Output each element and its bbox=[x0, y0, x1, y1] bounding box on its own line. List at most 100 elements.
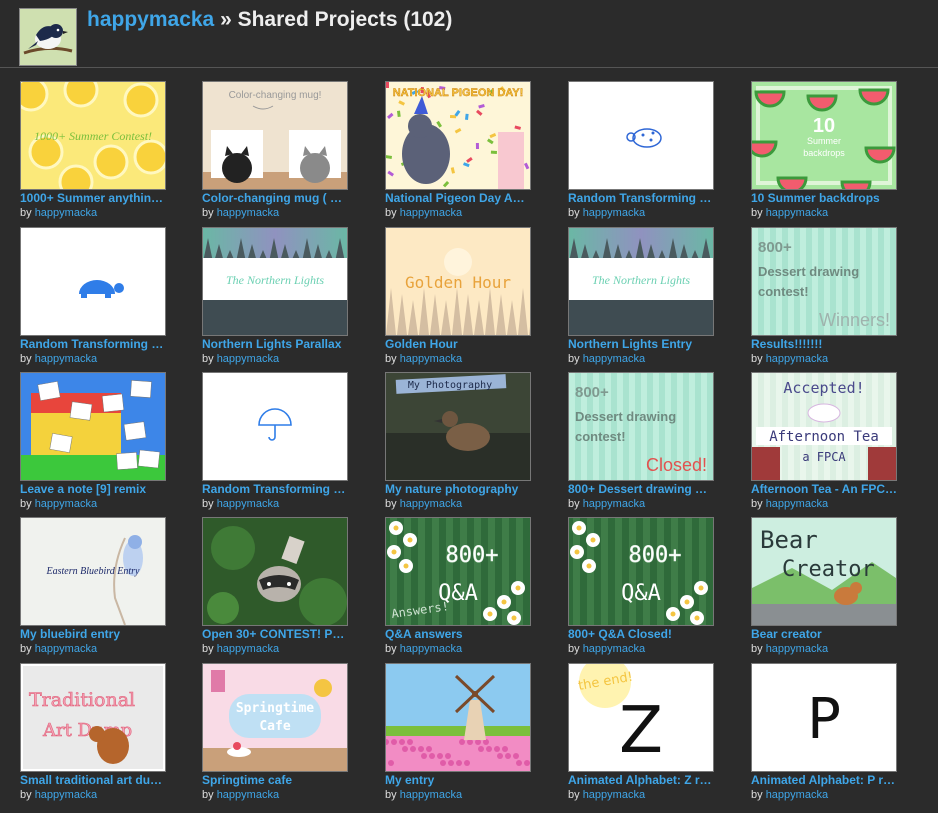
project-card[interactable]: My Photography My nature photography by h… bbox=[385, 372, 531, 522]
project-title-link[interactable]: My nature photography bbox=[385, 482, 531, 496]
author-link[interactable]: happymacka bbox=[766, 498, 828, 510]
author-link[interactable]: happymacka bbox=[583, 498, 645, 510]
author-link[interactable]: happymacka bbox=[217, 353, 279, 365]
project-card[interactable]: Random Transforming (… by happymacka bbox=[202, 372, 348, 522]
project-title-link[interactable]: Golden Hour bbox=[385, 337, 531, 351]
project-card[interactable]: the end! Z Animated Alphabet: Z r… by happ… bbox=[568, 663, 714, 813]
author-link[interactable]: happymacka bbox=[766, 207, 828, 219]
project-thumbnail[interactable]: 800+ Q&A Answers! bbox=[385, 517, 531, 626]
project-title-link[interactable]: Q&A answers bbox=[385, 627, 531, 641]
project-title-link[interactable]: My entry bbox=[385, 773, 531, 787]
author-link[interactable]: happymacka bbox=[400, 353, 462, 365]
project-thumbnail[interactable]: NATIONAL PIGEON DAY! bbox=[385, 81, 531, 190]
author-link[interactable]: happymacka bbox=[583, 643, 645, 655]
project-card[interactable]: 800+ Dessert drawing contest! Winners! Re… bbox=[751, 227, 897, 377]
project-title-link[interactable]: Northern Lights Parallax bbox=[202, 337, 348, 351]
project-card[interactable]: 1000+ Summer Contest! 1000+ Summer anythi… bbox=[20, 81, 166, 231]
project-title-link[interactable]: My bluebird entry bbox=[20, 627, 166, 641]
author-link[interactable]: happymacka bbox=[583, 353, 645, 365]
project-thumbnail[interactable]: P bbox=[751, 663, 897, 772]
project-card[interactable]: NATIONAL PIGEON DAY! National Pigeon Day… bbox=[385, 81, 531, 231]
author-link[interactable]: happymacka bbox=[400, 643, 462, 655]
project-thumbnail[interactable]: 800+ Dessert drawing contest! Closed! bbox=[568, 372, 714, 481]
project-title-link[interactable]: Open 30+ CONTEST! PG… bbox=[202, 627, 348, 641]
project-title-link[interactable]: Random Transforming (… bbox=[202, 482, 348, 496]
author-link[interactable]: happymacka bbox=[766, 789, 828, 801]
author-link[interactable]: happymacka bbox=[766, 643, 828, 655]
project-thumbnail[interactable]: Springtime Cafe bbox=[202, 663, 348, 772]
project-card[interactable]: Color-changing mug! Color-changing mug (… bbox=[202, 81, 348, 231]
project-thumbnail[interactable]: My Photography bbox=[385, 372, 531, 481]
project-title-link[interactable]: Small traditional art du… bbox=[20, 773, 166, 787]
project-thumbnail[interactable]: The Northern Lights bbox=[568, 227, 714, 336]
project-title-link[interactable]: Animated Alphabet: P r… bbox=[751, 773, 897, 787]
avatar[interactable] bbox=[19, 8, 77, 66]
author-link[interactable]: happymacka bbox=[35, 789, 97, 801]
project-thumbnail[interactable]: the end! Z bbox=[568, 663, 714, 772]
project-title-link[interactable]: Afternoon Tea - An FPC… bbox=[751, 482, 897, 496]
author-link[interactable]: happymacka bbox=[217, 498, 279, 510]
project-thumbnail[interactable] bbox=[202, 372, 348, 481]
project-card[interactable]: Traditional Art Dump Small traditional a… bbox=[20, 663, 166, 813]
project-card[interactable]: Accepted! Afternoon Tea a FPCA Afternoon… bbox=[751, 372, 897, 522]
project-card[interactable]: P Animated Alphabet: P r… by happymacka bbox=[751, 663, 897, 813]
project-thumbnail[interactable]: Color-changing mug! bbox=[202, 81, 348, 190]
project-thumbnail[interactable] bbox=[568, 81, 714, 190]
project-title-link[interactable]: Random Transforming (… bbox=[20, 337, 166, 351]
author-link[interactable]: happymacka bbox=[35, 353, 97, 365]
project-thumbnail[interactable]: 800+ Q&A bbox=[568, 517, 714, 626]
project-title-link[interactable]: Bear creator bbox=[751, 627, 897, 641]
project-card[interactable]: 800+ Q&A Answers! Q&A answers by happymacka bbox=[385, 517, 531, 667]
project-title-link[interactable]: Color-changing mug ( … bbox=[202, 191, 348, 205]
project-title-link[interactable]: Results!!!!!!! bbox=[751, 337, 897, 351]
author-link[interactable]: happymacka bbox=[400, 789, 462, 801]
author-link[interactable]: happymacka bbox=[583, 789, 645, 801]
author-link[interactable]: happymacka bbox=[217, 789, 279, 801]
project-thumbnail[interactable]: Traditional Art Dump bbox=[20, 663, 166, 772]
project-thumbnail[interactable]: 10 Summer backdrops bbox=[751, 81, 897, 190]
project-card[interactable]: Eastern Bluebird Entry My bluebird entry b… bbox=[20, 517, 166, 667]
project-title-link[interactable]: Northern Lights Entry bbox=[568, 337, 714, 351]
project-thumbnail[interactable] bbox=[385, 663, 531, 772]
username-link[interactable]: happymacka bbox=[87, 8, 214, 31]
project-card[interactable]: 800+ Q&A 800+ Q&A Closed! by happymacka bbox=[568, 517, 714, 667]
project-card[interactable]: 800+ Dessert drawing contest! Closed! 800… bbox=[568, 372, 714, 522]
project-title-link[interactable]: Springtime cafe bbox=[202, 773, 348, 787]
author-link[interactable]: happymacka bbox=[35, 643, 97, 655]
project-title-link[interactable]: Animated Alphabet: Z r… bbox=[568, 773, 714, 787]
project-title-link[interactable]: National Pigeon Day Ani… bbox=[385, 191, 531, 205]
author-link[interactable]: happymacka bbox=[217, 207, 279, 219]
project-card[interactable]: My entry by happymacka bbox=[385, 663, 531, 813]
project-card[interactable]: Leave a note [9] remix by happymacka bbox=[20, 372, 166, 522]
project-card[interactable]: The Northern Lights Northern Lights Entry… bbox=[568, 227, 714, 377]
project-thumbnail[interactable] bbox=[202, 517, 348, 626]
project-title-link[interactable]: 10 Summer backdrops bbox=[751, 191, 897, 205]
project-card[interactable]: Random Transforming (… by happymacka bbox=[20, 227, 166, 377]
project-card[interactable]: 10 Summer backdrops 10 Summer backdrops by… bbox=[751, 81, 897, 231]
project-title-link[interactable]: 1000+ Summer anythin… bbox=[20, 191, 166, 205]
project-card[interactable]: Open 30+ CONTEST! PG… by happymacka bbox=[202, 517, 348, 667]
project-card[interactable]: Golden Hour Golden Hour by happymacka bbox=[385, 227, 531, 377]
project-card[interactable]: Bear Creator Bear creator by happymacka bbox=[751, 517, 897, 667]
project-thumbnail[interactable] bbox=[20, 372, 166, 481]
project-title-link[interactable]: Random Transforming (… bbox=[568, 191, 714, 205]
author-link[interactable]: happymacka bbox=[35, 207, 97, 219]
project-thumbnail[interactable]: Golden Hour bbox=[385, 227, 531, 336]
project-thumbnail[interactable]: 1000+ Summer Contest! bbox=[20, 81, 166, 190]
project-thumbnail[interactable]: The Northern Lights bbox=[202, 227, 348, 336]
author-link[interactable]: happymacka bbox=[400, 498, 462, 510]
author-link[interactable]: happymacka bbox=[583, 207, 645, 219]
project-card[interactable]: The Northern Lights Northern Lights Paral… bbox=[202, 227, 348, 377]
project-thumbnail[interactable]: Eastern Bluebird Entry bbox=[20, 517, 166, 626]
project-card[interactable]: Random Transforming (… by happymacka bbox=[568, 81, 714, 231]
project-title-link[interactable]: 800+ Dessert drawing … bbox=[568, 482, 714, 496]
author-link[interactable]: happymacka bbox=[400, 207, 462, 219]
author-link[interactable]: happymacka bbox=[217, 643, 279, 655]
project-title-link[interactable]: Leave a note [9] remix bbox=[20, 482, 166, 496]
project-title-link[interactable]: 800+ Q&A Closed! bbox=[568, 627, 714, 641]
project-thumbnail[interactable]: 800+ Dessert drawing contest! Winners! bbox=[751, 227, 897, 336]
author-link[interactable]: happymacka bbox=[35, 498, 97, 510]
project-thumbnail[interactable]: Bear Creator bbox=[751, 517, 897, 626]
project-card[interactable]: Springtime Cafe Springtime cafe by happym… bbox=[202, 663, 348, 813]
project-thumbnail[interactable]: Accepted! Afternoon Tea a FPCA bbox=[751, 372, 897, 481]
